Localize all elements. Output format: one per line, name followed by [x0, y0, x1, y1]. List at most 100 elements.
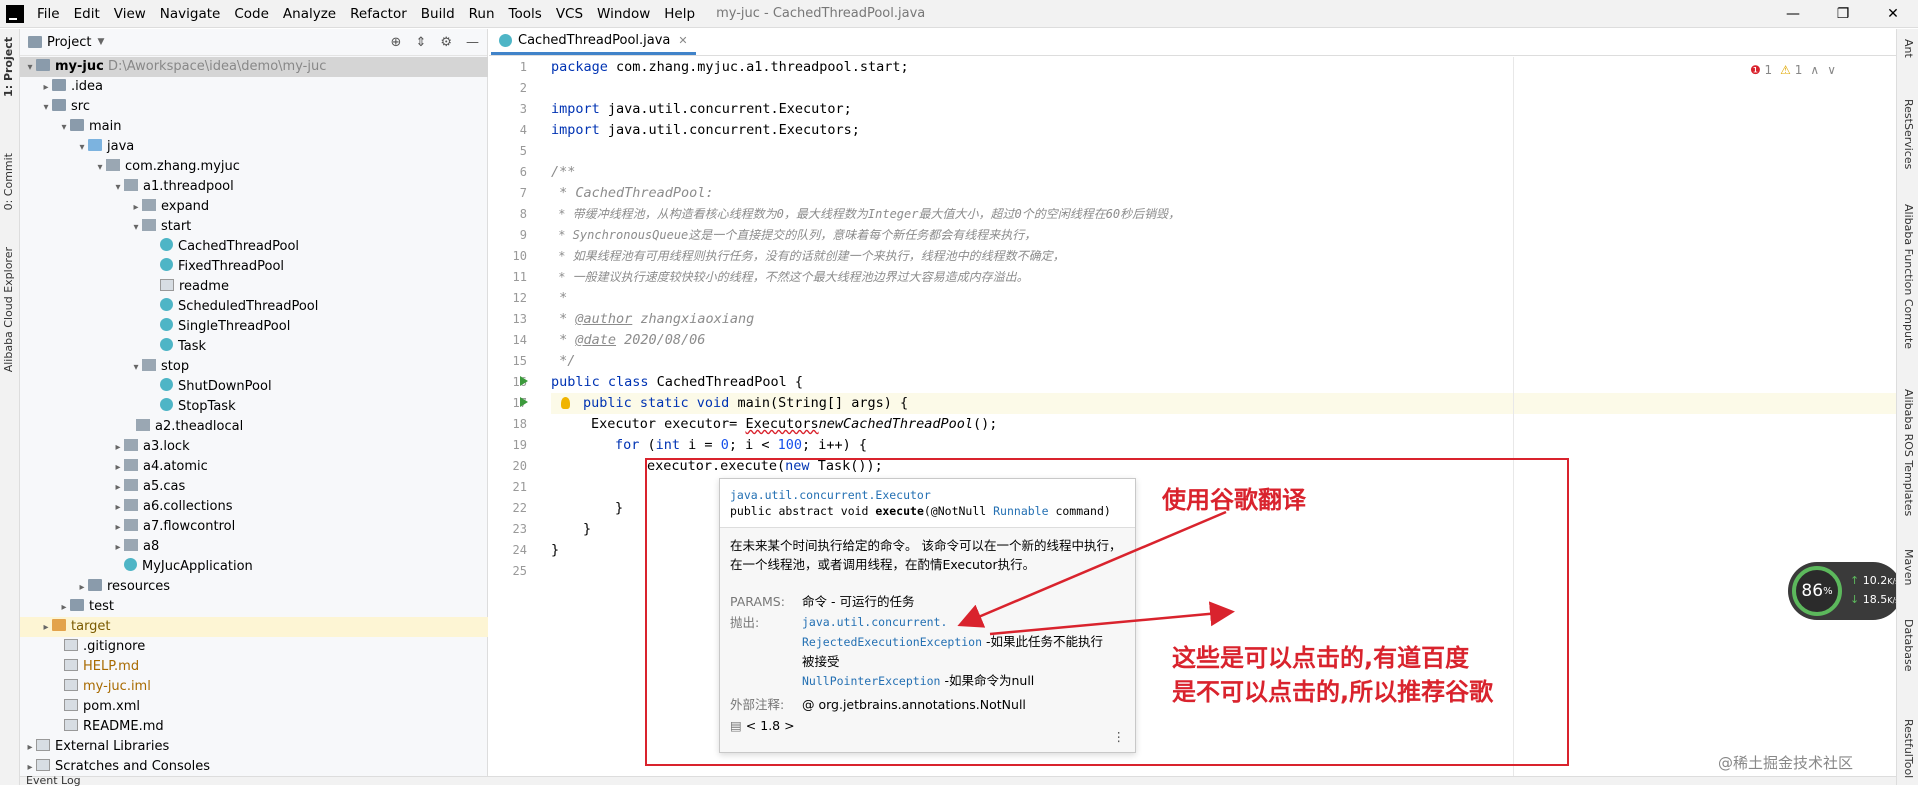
menu-file[interactable]: File	[30, 0, 67, 28]
tree-root[interactable]: ▾ my-juc D:\Aworkspace\idea\demo\my-juc	[20, 57, 488, 77]
tool-tab-project[interactable]: 1: Project	[2, 37, 15, 97]
menu-tools[interactable]: Tools	[502, 0, 549, 28]
tab-cachedthreadpool[interactable]: CachedThreadPool.java ✕	[491, 29, 696, 55]
tree-item-pom[interactable]: pom.xml	[20, 697, 488, 717]
code-line-19: for (int i = 0; i < 100; i++) {	[615, 435, 867, 456]
tree-item-target[interactable]: ▸ target	[20, 617, 488, 637]
menu-window[interactable]: Window	[590, 0, 657, 28]
menu-help[interactable]: Help	[657, 0, 702, 28]
doc-exception1-link[interactable]: RejectedExecutionException	[802, 635, 982, 649]
tree-item-idea[interactable]: ▸ .idea	[20, 77, 488, 97]
javadoc-tag: @date	[575, 332, 617, 348]
line-number: 14	[512, 333, 527, 347]
event-log-label[interactable]: Event Log	[26, 774, 81, 787]
network-gauge[interactable]: 86% ↑ 10.2K/s ↓ 18.5K/s	[1788, 562, 1902, 620]
tool-tab-restfultool[interactable]: RestfulTool	[1902, 719, 1915, 778]
tree-item-java[interactable]: ▾ java	[20, 137, 488, 157]
tree-item-src[interactable]: ▾ src	[20, 97, 488, 117]
tree-item-gitignore[interactable]: .gitignore	[20, 637, 488, 657]
tree-item-help-md[interactable]: HELP.md	[20, 657, 488, 677]
close-tab-icon[interactable]: ✕	[678, 34, 687, 47]
doc-package-link[interactable]: java.util.concurrent.Executor	[730, 487, 1125, 503]
doc-jdk-version[interactable]: < 1.8 >	[746, 718, 795, 733]
tree-item-a7[interactable]: ▸ a7.flowcontrol	[20, 517, 488, 537]
tree-item-myjucapplication[interactable]: MyJucApplication	[20, 557, 488, 577]
tree-item-task[interactable]: Task	[20, 337, 488, 357]
tree-item-readme-md[interactable]: README.md	[20, 717, 488, 737]
collapse-all-icon[interactable]: ⇕	[415, 35, 426, 50]
menu-view[interactable]: View	[107, 0, 153, 28]
tree-item-a1[interactable]: ▾ a1.threadpool	[20, 177, 488, 197]
tree-item-a6[interactable]: ▸ a6.collections	[20, 497, 488, 517]
tree-label: .idea	[71, 79, 103, 94]
menu-code[interactable]: Code	[227, 0, 276, 28]
tool-tab-ros-templates[interactable]: Alibaba ROS Templates	[1902, 389, 1915, 516]
close-icon[interactable]: ✕	[1868, 0, 1918, 28]
menu-vcs[interactable]: VCS	[549, 0, 590, 28]
menu-build[interactable]: Build	[414, 0, 462, 28]
restore-icon[interactable]: ❐	[1818, 0, 1868, 28]
gear-icon[interactable]: ⚙	[440, 35, 452, 50]
gauge-unit: %	[1823, 585, 1833, 597]
tool-tab-restservices[interactable]: RestServices	[1902, 99, 1915, 169]
project-title[interactable]: Project	[47, 35, 91, 50]
tree-item-stoptask[interactable]: StopTask	[20, 397, 488, 417]
tree-item-a5[interactable]: ▸ a5.cas	[20, 477, 488, 497]
tree-item-package[interactable]: ▾ com.zhang.myjuc	[20, 157, 488, 177]
tree-item-a4[interactable]: ▸ a4.atomic	[20, 457, 488, 477]
tree-item-a3[interactable]: ▸ a3.lock	[20, 437, 488, 457]
tree-item-test[interactable]: ▸ test	[20, 597, 488, 617]
editor-tabs: CachedThreadPool.java ✕	[489, 29, 1896, 56]
tool-tab-commit[interactable]: 0: Commit	[2, 153, 15, 210]
tree-item-scratches[interactable]: ▸ Scratches and Consoles	[20, 757, 488, 777]
run-main-icon[interactable]	[520, 397, 528, 407]
tool-tab-maven[interactable]: Maven	[1902, 549, 1915, 585]
tree-item-cachedthreadpool[interactable]: CachedThreadPool	[20, 237, 488, 257]
tree-item-scheduledthreadpool[interactable]: ScheduledThreadPool	[20, 297, 488, 317]
tool-tab-database[interactable]: Database	[1902, 619, 1915, 672]
tool-tab-ant[interactable]: Ant	[1902, 39, 1915, 58]
more-options-icon[interactable]: ⋮	[1113, 729, 1126, 744]
doc-exception2-link[interactable]: NullPointerException	[802, 674, 940, 688]
tree-item-resources[interactable]: ▸ resources	[20, 577, 488, 597]
minimize-icon[interactable]: —	[1768, 0, 1818, 28]
tree-label: main	[89, 119, 122, 134]
tree-item-fixedthreadpool[interactable]: FixedThreadPool	[20, 257, 488, 277]
tool-tab-function-compute[interactable]: Alibaba Function Compute	[1902, 204, 1915, 349]
tree-item-iml[interactable]: my-juc.iml	[20, 677, 488, 697]
menu-edit[interactable]: Edit	[67, 0, 107, 28]
lightbulb-icon[interactable]	[561, 397, 570, 409]
tree-item-singlethreadpool[interactable]: SingleThreadPool	[20, 317, 488, 337]
tree-item-external-libraries[interactable]: ▸ External Libraries	[20, 737, 488, 757]
tree-item-stop[interactable]: ▾ stop	[20, 357, 488, 377]
code-keyword: import	[551, 101, 608, 117]
tree-item-expand[interactable]: ▸ expand	[20, 197, 488, 217]
tree-label: com.zhang.myjuc	[125, 159, 240, 174]
code-text: 2020/08/06	[616, 332, 706, 348]
tree-item-a8[interactable]: ▸ a8	[20, 537, 488, 557]
tree-item-readme[interactable]: readme	[20, 277, 488, 297]
locate-icon[interactable]: ⊕	[391, 35, 402, 50]
menu-run[interactable]: Run	[462, 0, 502, 28]
tree-item-a2[interactable]: a2.theadlocal	[20, 417, 488, 437]
hide-icon[interactable]: —	[466, 35, 479, 50]
menu-analyze[interactable]: Analyze	[276, 0, 343, 28]
menu-refactor[interactable]: Refactor	[343, 0, 414, 28]
tree-root-name: my-juc	[55, 59, 104, 74]
doc-params-value: 命令 - 可运行的任务	[802, 594, 915, 609]
menu-navigate[interactable]: Navigate	[153, 0, 228, 28]
tree-label: a1.threadpool	[143, 179, 234, 194]
doc-throws-pkg-link[interactable]: java.util.concurrent.	[802, 613, 1103, 632]
tree-item-shutdownpool[interactable]: ShutDownPool	[20, 377, 488, 397]
chevron-down-icon[interactable]: ▼	[97, 37, 104, 47]
class-icon	[160, 258, 173, 271]
tree-root-path: D:\Aworkspace\idea\demo\my-juc	[107, 59, 327, 74]
tree-label: External Libraries	[55, 739, 170, 754]
doc-runnable-link[interactable]: Runnable	[993, 504, 1048, 518]
tree-item-main[interactable]: ▾ main	[20, 117, 488, 137]
run-class-icon[interactable]	[520, 376, 528, 386]
doc-exception2-desc: -如果命令为null	[940, 673, 1035, 688]
tool-tab-cloud-explorer[interactable]: Alibaba Cloud Explorer	[2, 247, 15, 372]
markdown-file-icon	[64, 659, 78, 671]
tree-item-start[interactable]: ▾ start	[20, 217, 488, 237]
